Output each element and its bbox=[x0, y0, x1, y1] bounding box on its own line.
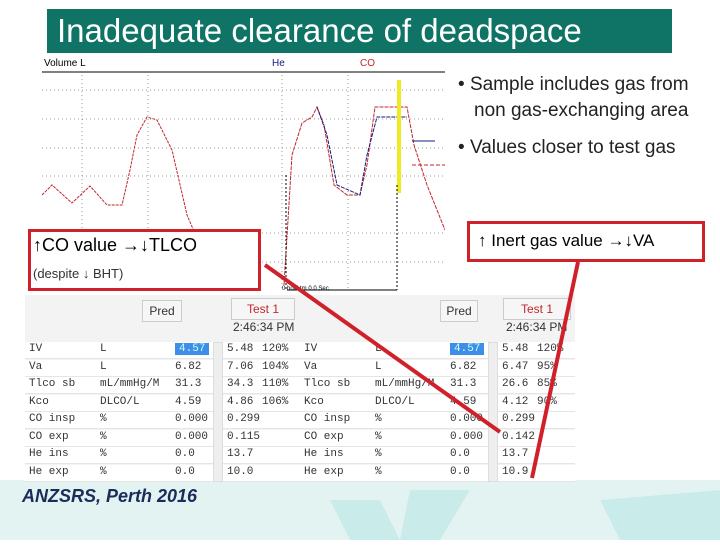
footer-conference: ANZSRS, Perth 2016 bbox=[22, 486, 198, 506]
callout-arrows bbox=[263, 261, 580, 479]
